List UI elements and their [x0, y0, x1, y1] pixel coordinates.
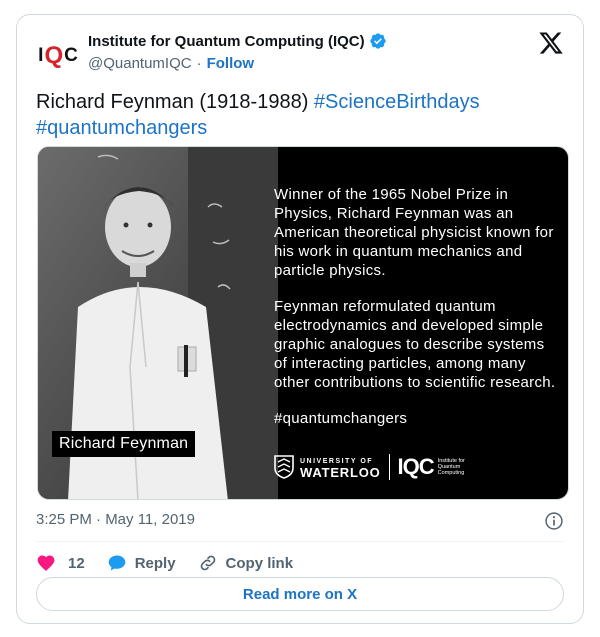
sponsor-logos: UNIVERSITY OF WATERLOO IQC Institute for… [274, 447, 465, 487]
follow-button[interactable]: Follow [207, 55, 255, 72]
author-info: Institute for Quantum Computing (IQC) @Q… [88, 30, 387, 74]
author-display-name[interactable]: Institute for Quantum Computing (IQC) [88, 33, 365, 50]
media-paragraph: Feynman reformulated quantum electrodyna… [274, 298, 556, 391]
link-icon [200, 555, 215, 571]
info-icon[interactable] [544, 511, 564, 531]
like-count: 12 [68, 554, 85, 572]
like-button[interactable]: 12 [36, 553, 85, 573]
waterloo-crest-icon [274, 455, 294, 479]
hashtag-link[interactable]: #ScienceBirthdays [314, 91, 480, 113]
waterloo-logo: UNIVERSITY OF WATERLOO [300, 458, 381, 480]
verified-badge-icon [369, 33, 386, 49]
copy-link-label: Copy link [225, 554, 294, 572]
iqc-logo-subtitle: Institute for Quantum Computing [437, 458, 465, 476]
separator-dot: · [196, 54, 202, 72]
heart-icon [37, 555, 55, 571]
tweet-header: IQC Institute for Quantum Computing (IQC… [36, 30, 564, 74]
media-text-block: Winner of the 1965 Nobel Prize in Physic… [274, 185, 560, 428]
photo-caption: Richard Feynman [52, 431, 196, 457]
media-hashtag: #quantumchangers [274, 410, 408, 427]
reply-label: Reply [134, 554, 176, 572]
tweet-text: Richard Feynman (1918-1988) #ScienceBirt… [36, 89, 564, 141]
reply-bubble-icon [108, 555, 126, 571]
copy-link-button[interactable]: Copy link [198, 553, 294, 573]
author-handle[interactable]: @QuantumIQC [88, 55, 192, 72]
avatar[interactable]: IQC [36, 34, 80, 78]
hashtag-link[interactable]: #quantumchangers [36, 117, 207, 139]
divider [36, 541, 564, 542]
media-paragraph: Winner of the 1965 Nobel Prize in Physic… [274, 186, 554, 279]
iqc-logo: IQC [397, 454, 435, 479]
read-more-button[interactable]: Read more on X [36, 577, 564, 611]
logo-divider [388, 454, 390, 480]
tweet-card: IQC Institute for Quantum Computing (IQC… [16, 14, 584, 624]
tweet-actions: 12 Reply Copy link [36, 547, 315, 579]
tweet-media-image[interactable]: Richard Feynman Winner of the 1965 Nobel… [37, 146, 569, 500]
reply-button[interactable]: Reply [107, 553, 176, 573]
x-logo-icon[interactable] [538, 30, 564, 56]
tweet-body: Richard Feynman (1918-1988) [36, 91, 314, 113]
tweet-timestamp[interactable]: 3:25 PM · May 11, 2019 [36, 511, 195, 528]
